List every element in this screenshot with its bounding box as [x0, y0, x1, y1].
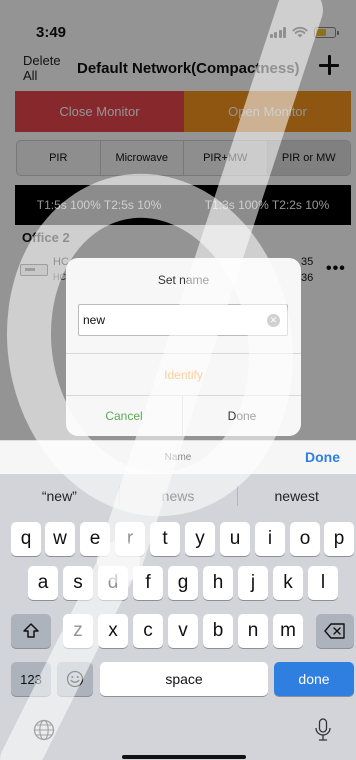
key-n[interactable]: n	[238, 614, 268, 648]
identify-button[interactable]: Identify	[66, 368, 301, 382]
shift-icon	[23, 623, 39, 638]
key-l[interactable]: l	[308, 566, 338, 600]
space-key[interactable]: space	[100, 662, 268, 696]
key-u[interactable]: u	[220, 522, 250, 556]
key-w[interactable]: w	[45, 522, 75, 556]
microphone-icon[interactable]	[314, 718, 332, 742]
home-indicator	[122, 755, 246, 759]
backspace-icon	[324, 623, 345, 639]
done-key[interactable]: done	[274, 662, 354, 696]
name-input[interactable]: new ✕	[78, 304, 288, 336]
globe-icon[interactable]	[33, 719, 55, 741]
accessory-field-name: Name	[164, 452, 192, 463]
divider	[66, 353, 301, 354]
cancel-button[interactable]: Cancel	[66, 396, 183, 436]
key-v[interactable]: v	[168, 614, 198, 648]
done-button[interactable]: Done	[183, 396, 301, 436]
key-o[interactable]: o	[290, 522, 320, 556]
suggestion-item[interactable]: newest	[237, 474, 356, 518]
suggestion-item[interactable]: “new”	[0, 474, 119, 518]
key-d[interactable]: d	[98, 566, 128, 600]
key-q[interactable]: q	[11, 522, 41, 556]
key-h[interactable]: h	[203, 566, 233, 600]
key-r[interactable]: r	[115, 522, 145, 556]
delete-key[interactable]	[316, 614, 354, 648]
numbers-key[interactable]: 123	[11, 662, 51, 696]
emoji-key[interactable]	[57, 662, 93, 696]
dialog-title: Set name	[157, 273, 210, 287]
shift-key[interactable]	[11, 614, 51, 648]
key-b[interactable]: b	[203, 614, 233, 648]
key-z[interactable]: z	[63, 614, 93, 648]
key-a[interactable]: a	[28, 566, 58, 600]
keyboard: “new” news newest q w e r t y u i o p a …	[0, 474, 356, 760]
set-name-dialog: Set name new ✕ Identify Cancel Done	[66, 258, 301, 436]
name-input-value: new	[83, 313, 106, 327]
clear-icon[interactable]: ✕	[267, 314, 280, 327]
key-m[interactable]: m	[273, 614, 303, 648]
suggestion-item[interactable]: news	[118, 474, 238, 518]
key-x[interactable]: x	[98, 614, 128, 648]
key-j[interactable]: j	[238, 566, 268, 600]
key-s[interactable]: s	[63, 566, 93, 600]
key-y[interactable]: y	[185, 522, 215, 556]
key-i[interactable]: i	[255, 522, 285, 556]
key-k[interactable]: k	[273, 566, 303, 600]
suggestion-bar: “new” news newest	[0, 474, 356, 518]
accessory-done-button[interactable]: Done	[305, 449, 340, 465]
emoji-icon	[66, 670, 84, 688]
key-f[interactable]: f	[133, 566, 163, 600]
keyboard-accessory-bar: Name Done	[0, 440, 356, 474]
key-e[interactable]: e	[80, 522, 110, 556]
key-g[interactable]: g	[168, 566, 198, 600]
key-p[interactable]: p	[324, 522, 354, 556]
key-c[interactable]: c	[133, 614, 163, 648]
key-t[interactable]: t	[150, 522, 180, 556]
